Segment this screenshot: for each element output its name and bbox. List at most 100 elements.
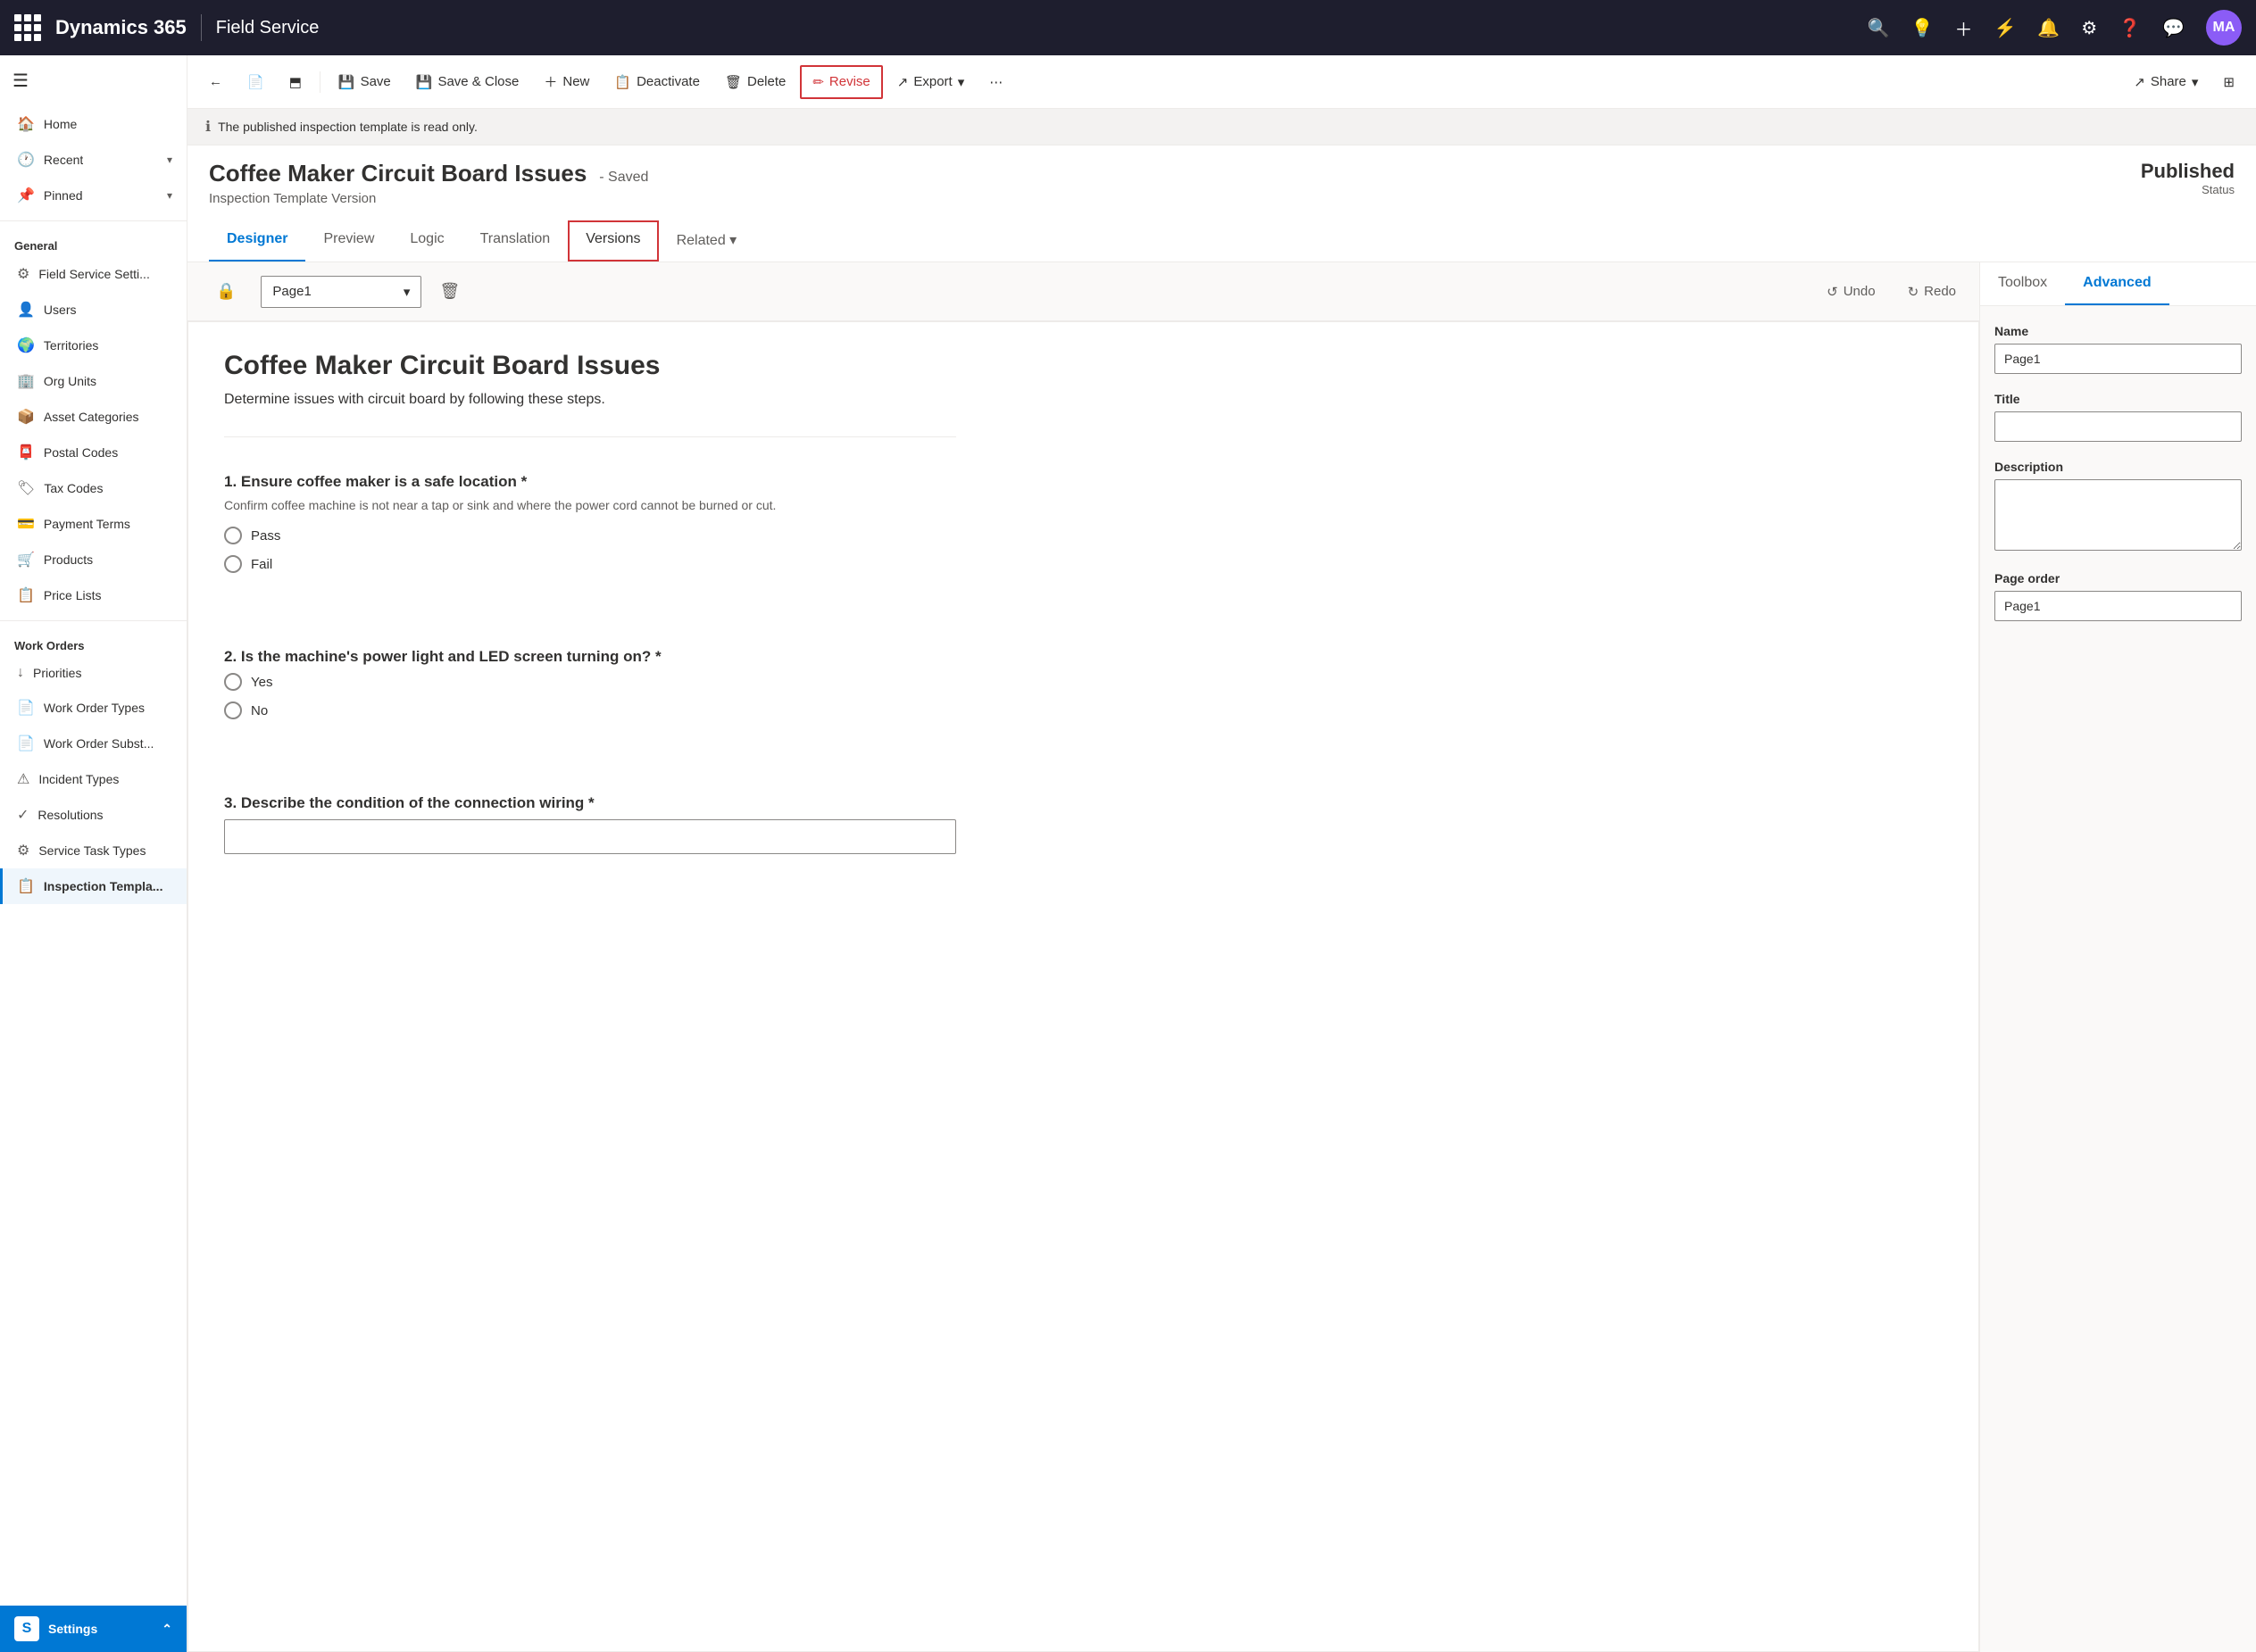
export-button[interactable]: ↗ Export ▾: [887, 67, 975, 97]
sidebar-item-resolutions[interactable]: ✓ Resolutions: [0, 797, 187, 833]
brand-name[interactable]: Dynamics 365: [55, 16, 187, 39]
lock-indicator: 🔒: [202, 273, 250, 310]
page-order-field-label: Page order: [1994, 571, 2242, 585]
new-icon: ＋: [544, 72, 557, 91]
sidebar-item-price-lists[interactable]: 📋 Price Lists: [0, 577, 187, 613]
product-name: Field Service: [216, 18, 320, 38]
description-field-label: Description: [1994, 460, 2242, 474]
sidebar-toggle[interactable]: ☰: [0, 55, 187, 106]
tab-preview[interactable]: Preview: [305, 220, 392, 261]
tab-logic[interactable]: Logic: [392, 220, 462, 261]
more-options-button[interactable]: ⋯: [978, 67, 1013, 97]
sidebar-item-work-order-subst[interactable]: 📄 Work Order Subst...: [0, 726, 187, 761]
main-content: ← 📄 ⬒ 💾 Save 💾 Save & Close ＋ New: [187, 55, 2256, 1652]
back-button[interactable]: ←: [198, 67, 233, 96]
sidebar-item-tax-codes[interactable]: 🏷 Tax Codes: [0, 470, 187, 506]
user-icon: 👤: [17, 301, 35, 319]
right-tab-toolbox[interactable]: Toolbox: [1980, 262, 2065, 305]
sidebar-item-field-service-settings[interactable]: ⚙ Field Service Setti...: [0, 256, 187, 292]
sidebar-item-pinned[interactable]: 📌 Pinned ▾: [0, 178, 187, 213]
title-input[interactable]: [1994, 411, 2242, 442]
radio-yes[interactable]: Yes: [224, 673, 956, 691]
record-saved-status: - Saved: [599, 170, 648, 185]
save-close-button[interactable]: 💾 Save & Close: [405, 67, 530, 97]
radio-pass[interactable]: Pass: [224, 527, 956, 544]
name-field-label: Name: [1994, 324, 2242, 338]
search-icon[interactable]: 🔍: [1868, 17, 1890, 39]
settings-icon[interactable]: ⚙: [2081, 17, 2097, 39]
open-in-new-button[interactable]: ⬒: [279, 67, 312, 97]
cmd-right: ↗ Share ▾ ⊞: [2123, 67, 2245, 97]
sidebar-item-recent[interactable]: 🕐 Recent ▾: [0, 142, 187, 178]
sidebar-item-service-task-types[interactable]: ⚙ Service Task Types: [0, 833, 187, 868]
new-button[interactable]: ＋ New: [533, 65, 600, 98]
save-icon: 💾: [338, 74, 355, 90]
redo-icon: ↻: [1908, 284, 1919, 300]
sidebar-item-users[interactable]: 👤 Users: [0, 292, 187, 328]
tab-versions[interactable]: Versions: [568, 220, 658, 261]
sidebar-item-work-order-types[interactable]: 📄 Work Order Types: [0, 690, 187, 726]
share-button[interactable]: ↗ Share ▾: [2123, 67, 2209, 97]
sidebar-item-inspection-templates[interactable]: 📋 Inspection Templa...: [0, 868, 187, 904]
radio-circle-pass: [224, 527, 242, 544]
sidebar-settings-item[interactable]: S Settings ⌃: [0, 1606, 187, 1652]
page-dropdown[interactable]: Page1 ▾: [261, 276, 421, 308]
record-header: Coffee Maker Circuit Board Issues - Save…: [187, 145, 2256, 262]
name-input[interactable]: [1994, 344, 2242, 374]
delete-button[interactable]: 🗑 Delete: [714, 67, 796, 97]
price-icon: 📋: [17, 586, 35, 604]
radio-no[interactable]: No: [224, 701, 956, 719]
recent-icon: 🕐: [17, 151, 35, 169]
tab-related[interactable]: Related ▾: [659, 220, 755, 261]
redo-button[interactable]: ↻ Redo: [1899, 278, 1965, 305]
sidebar-item-org-units[interactable]: 🏢 Org Units: [0, 363, 187, 399]
undo-button[interactable]: ↺ Undo: [1818, 278, 1884, 305]
save-button[interactable]: 💾 Save: [328, 67, 402, 97]
page-order-input[interactable]: [1994, 591, 2242, 621]
sidebar-item-payment-terms[interactable]: 💳 Payment Terms: [0, 506, 187, 542]
tab-designer[interactable]: Designer: [209, 220, 305, 261]
chat-icon[interactable]: 💬: [2162, 17, 2185, 39]
notification-icon[interactable]: 🔔: [2037, 17, 2060, 39]
wo-type-icon: 📄: [17, 699, 35, 717]
sidebar-item-home[interactable]: 🏠 Home: [0, 106, 187, 142]
settings-chevron-icon: ⌃: [162, 1622, 172, 1637]
delete-page-button[interactable]: 🗑: [432, 275, 467, 308]
canvas-inner: Coffee Maker Circuit Board Issues Determ…: [224, 351, 956, 868]
layout-toggle-button[interactable]: ⊞: [2212, 67, 2245, 97]
app-launcher-icon[interactable]: [14, 14, 41, 41]
info-bar: ℹ The published inspection template is r…: [187, 109, 2256, 145]
description-textarea[interactable]: [1994, 479, 2242, 551]
more-icon: ⋯: [989, 74, 1003, 90]
sidebar-item-priorities[interactable]: ↓ Priorities: [0, 656, 187, 690]
radio-circle-fail: [224, 555, 242, 573]
sidebar-item-products[interactable]: 🛒 Products: [0, 542, 187, 577]
deactivate-button[interactable]: 📋 Deactivate: [604, 67, 711, 97]
sidebar-item-asset-categories[interactable]: 📦 Asset Categories: [0, 399, 187, 435]
sidebar-item-postal-codes[interactable]: 📮 Postal Codes: [0, 435, 187, 470]
help-icon[interactable]: ❓: [2119, 17, 2141, 39]
user-avatar[interactable]: MA: [2206, 10, 2242, 46]
sidebar: ☰ 🏠 Home 🕐 Recent ▾ 📌 Pinned ▾ General ⚙…: [0, 55, 187, 1652]
command-bar: ← 📄 ⬒ 💾 Save 💾 Save & Close ＋ New: [187, 55, 2256, 109]
question-2: 2. Is the machine's power light and LED …: [224, 634, 956, 744]
undo-icon: ↺: [1827, 284, 1838, 300]
page-view-button[interactable]: 📄: [237, 67, 275, 97]
sidebar-item-incident-types[interactable]: ⚠ Incident Types: [0, 761, 187, 797]
revise-button[interactable]: ✏ Revise: [800, 65, 882, 99]
add-icon[interactable]: ＋: [1954, 15, 1972, 41]
right-tab-advanced[interactable]: Advanced: [2065, 262, 2169, 305]
right-panel-content: Name Title Description Page order: [1980, 306, 2256, 639]
filter-icon[interactable]: ⚡: [1994, 17, 2016, 39]
sidebar-item-territories[interactable]: 🌍 Territories: [0, 328, 187, 363]
title-field-label: Title: [1994, 392, 2242, 406]
sidebar-section-work-orders: Work Orders: [0, 628, 187, 656]
lightbulb-icon[interactable]: 💡: [1911, 17, 1934, 39]
sidebar-label-price-lists: Price Lists: [44, 588, 102, 602]
tab-translation[interactable]: Translation: [462, 220, 569, 261]
right-panel-tabs: Toolbox Advanced: [1980, 262, 2256, 306]
question-3-input[interactable]: [224, 819, 956, 854]
top-nav-icons: 🔍 💡 ＋ ⚡ 🔔 ⚙ ❓ 💬 MA: [1868, 10, 2242, 46]
radio-label-pass: Pass: [251, 528, 280, 544]
radio-fail[interactable]: Fail: [224, 555, 956, 573]
